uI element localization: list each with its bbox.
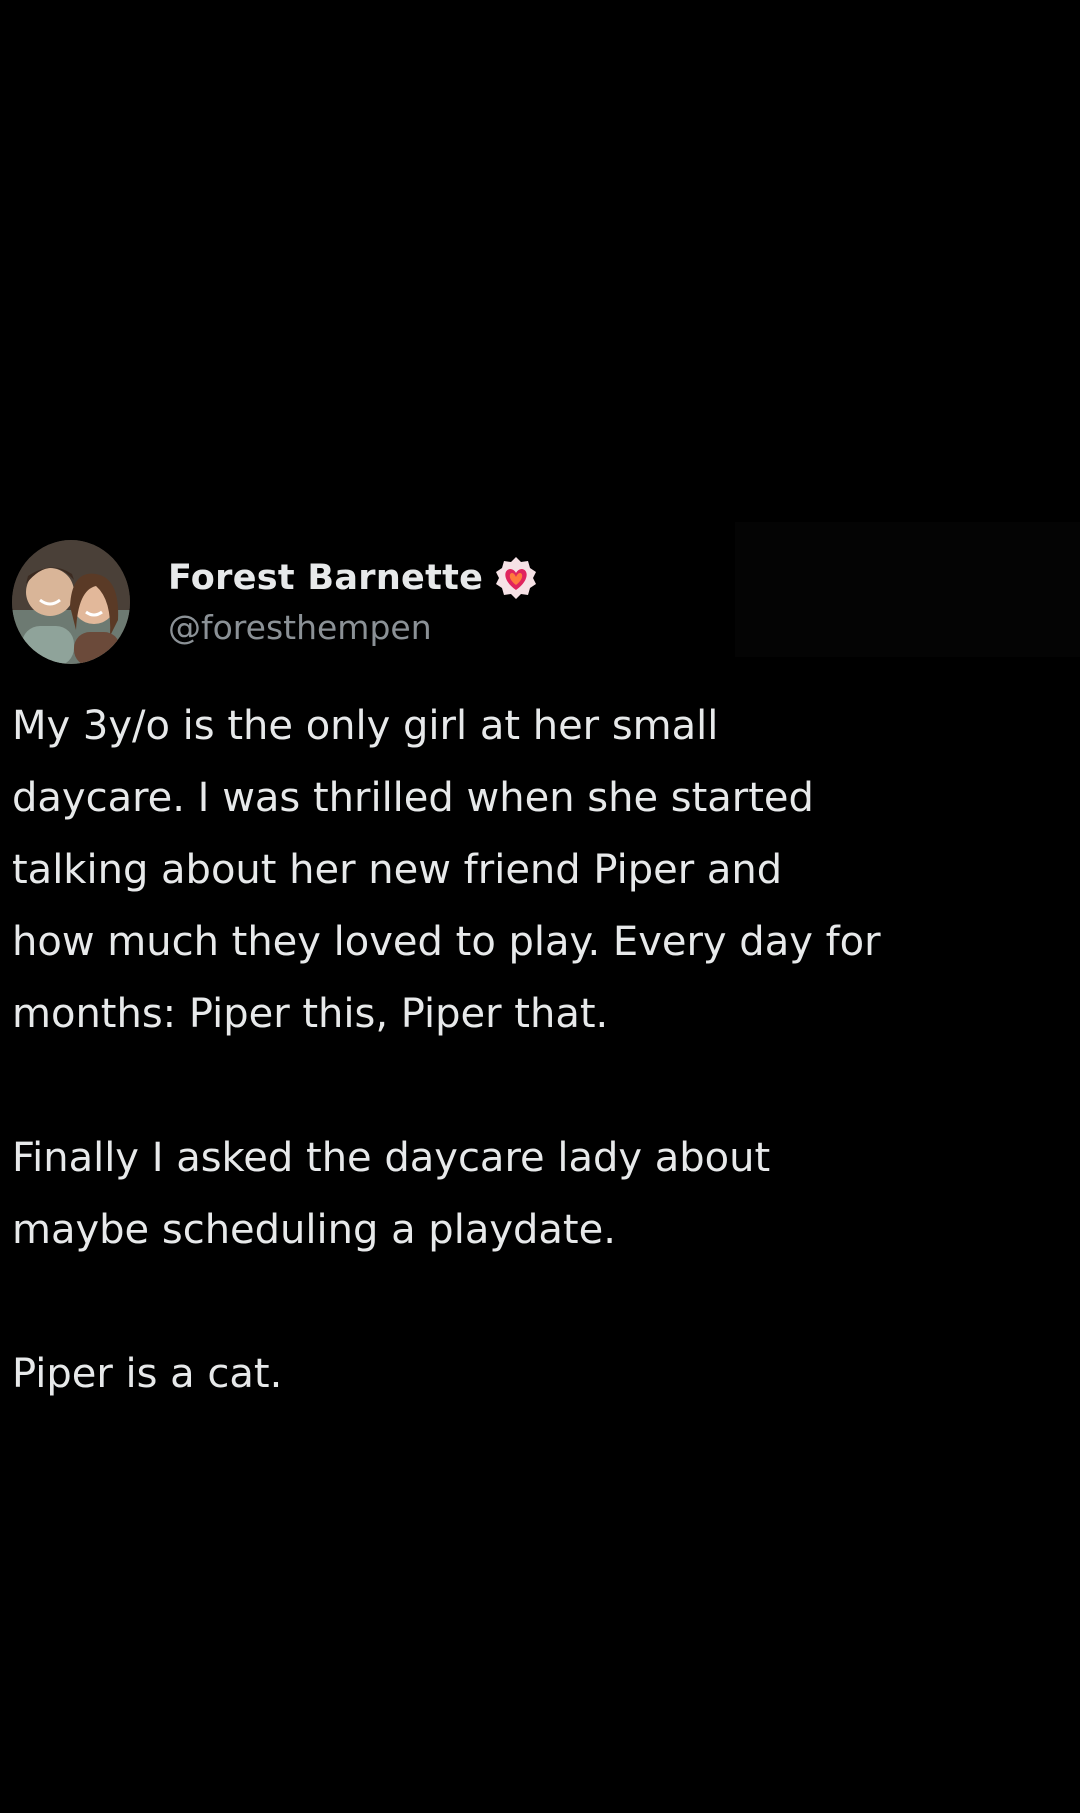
heart-badge-icon <box>493 555 539 601</box>
tweet-line: Finally I asked the daycare lady about <box>12 1135 771 1181</box>
author-name-row: Forest Barnette <box>168 553 539 603</box>
author-display-name[interactable]: Forest Barnette <box>168 558 483 598</box>
background-shade <box>735 522 1080 657</box>
tweet-line: maybe scheduling a playdate. <box>12 1207 616 1253</box>
tweet-card: Forest Barnette @foresthempen My 3y/o is… <box>0 0 1080 1813</box>
tweet-line: daycare. I was thrilled when she started <box>12 775 814 821</box>
avatar-photo-icon <box>12 540 130 664</box>
tweet-line: My 3y/o is the only girl at her small <box>12 703 719 749</box>
avatar[interactable] <box>12 540 130 664</box>
tweet-line: talking about her new friend Piper and <box>12 847 783 893</box>
tweet-text: My 3y/o is the only girl at her small da… <box>12 690 1080 1410</box>
author-handle[interactable]: @foresthempen <box>168 608 432 647</box>
tweet-line: months: Piper this, Piper that. <box>12 991 609 1037</box>
tweet-line: Piper is a cat. <box>12 1351 283 1397</box>
tweet-line: how much they loved to play. Every day f… <box>12 919 881 965</box>
